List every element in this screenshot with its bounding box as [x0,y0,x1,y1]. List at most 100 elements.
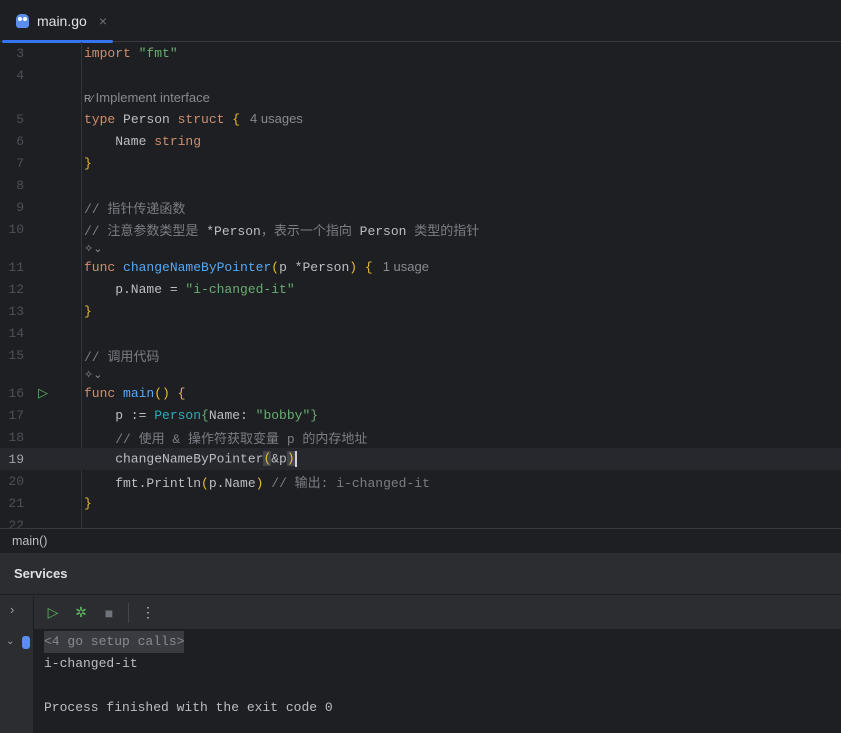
more-options-icon[interactable]: ⋮ [139,604,157,621]
code-token: } [310,407,319,423]
services-toolbar: ▷ ✲ ■ ⋮ [33,596,841,629]
code-line: 20 fmt.Println(p.Name) // 输出: i-changed-… [0,470,841,492]
code-line: 22 [0,514,841,529]
code-token: func [84,385,124,401]
code-token: "bobby" [255,407,311,423]
line-number: 16 [8,385,24,401]
code-token: changeNameByPointer [123,260,272,275]
close-tab-icon[interactable]: × [99,13,107,29]
run-gutter-icon[interactable]: ▷ [38,385,48,401]
code-text: } [84,156,92,171]
code-token: p *Person [279,260,350,275]
code-token: p.Name [208,475,256,491]
code-token: Name [84,133,155,149]
ai-assistant-icon[interactable]: ✧⌄ [84,368,102,381]
code-text: // 注意参数类型是 *Person，表示一个指向 Person 类型的指针 [84,220,479,239]
usages-inlay[interactable]: 1 usage [383,259,429,274]
tab-label: main.go [37,13,87,29]
services-panel: Services › ⌄ ▷ ✲ ■ ⋮ <4 go setup calls> … [0,552,841,733]
line-number: 20 [8,473,24,489]
code-token: *Person [206,223,261,239]
tab-main-go[interactable]: main.go × [2,0,113,43]
line-number: 14 [8,325,24,341]
code-token: // 使用 & 操作符获取变量 p 的内存地址 [84,431,368,447]
code-line: 9 // 指针传递函数 [0,196,841,218]
code-token: Name: [208,407,256,423]
code-token: struct [177,112,233,127]
ai-assistant-icon[interactable]: ✧⌄ [84,242,102,255]
toolbar-separator [128,602,129,623]
code-token: func [84,260,124,275]
line-number: 3 [16,45,24,61]
code-text: } [84,304,92,319]
line-number: 11 [8,259,24,275]
code-line: 18 // 使用 & 操作符获取变量 p 的内存地址 [0,426,841,448]
line-number: 15 [8,347,24,363]
code-token: // 输出: i-changed-it [263,475,430,491]
line-number: 5 [16,111,24,127]
code-text: // 使用 & 操作符获取变量 p 的内存地址 [84,428,367,447]
stop-icon[interactable]: ■ [100,605,118,621]
line-number: 12 [8,281,24,297]
line-number: 8 [16,177,24,193]
debug-bug-icon[interactable]: ✲ [72,604,90,621]
console-output[interactable]: <4 go setup calls> i-changed-it Process … [33,629,841,733]
ai-actions-row: ✧⌄ [0,366,841,382]
run-icon[interactable]: ▷ [44,604,62,621]
code-token: import [84,45,139,61]
ai-actions-row: ✧⌄ [0,240,841,256]
code-line: 6 Name string [0,130,841,152]
code-token: } [84,155,92,171]
code-line: 8 [0,174,841,196]
breadcrumb[interactable]: main() [0,528,841,552]
collapse-chevron-icon[interactable]: ⌄ [6,636,14,647]
code-token: { [232,112,241,127]
expand-chevron-icon[interactable]: › [10,602,14,617]
code-text: func changeNameByPointer(p *Person) {1 u… [84,259,429,275]
usages-inlay[interactable]: 4 usages [250,111,303,126]
code-line: 15 // 调用代码 [0,344,841,366]
implement-interface-link[interactable]: R⁄ Implement interface [84,90,210,105]
code-token: ) [349,260,358,275]
code-token: ( [201,475,209,491]
code-text: } [84,496,92,511]
code-text: Name string [84,134,201,149]
code-editor[interactable]: 3 import "fmt" 4 R⁄ Implement interface 5 typ… [0,42,841,528]
editor-tab-bar: main.go × [0,0,841,43]
code-token: string [154,133,202,149]
go-file-icon [16,14,29,28]
line-number: 17 [8,407,24,423]
line-number: 13 [8,303,24,319]
code-token: // 指针传递函数 [84,201,186,217]
code-line: 11 func changeNameByPointer(p *Person) {1… [0,256,841,278]
code-text: p.Name = "i-changed-it" [84,281,295,297]
line-number: 21 [8,495,24,511]
code-text: // 指针传递函数 [84,198,185,217]
code-line: 14 [0,322,841,344]
line-number: 6 [16,133,24,149]
code-token: { [177,385,186,401]
code-token: p := [84,407,155,423]
implement-icon: R⁄ [84,93,96,105]
code-token: changeNameByPointer [84,451,264,467]
line-number: 10 [8,221,24,237]
code-text: p := Person{Name: "bobby"} [84,408,318,423]
code-text: changeNameByPointer(&p) [84,451,297,467]
line-number: 22 [8,517,24,529]
console-line-exit: Process finished with the exit code 0 [44,700,333,715]
folded-setup-calls[interactable]: <4 go setup calls> [44,631,185,653]
code-token: // 注意参数类型是 [84,223,207,239]
code-token: "i-changed-it" [185,281,295,297]
code-line: 3 import "fmt" [0,42,841,64]
go-run-config-icon[interactable] [22,636,30,649]
code-token: type [84,112,124,127]
code-line: 10 // 注意参数类型是 *Person，表示一个指向 Person 类型的指针 [0,218,841,240]
code-text: import "fmt" [84,46,178,61]
code-line: 12 p.Name = "i-changed-it" [0,278,841,300]
code-token: { [201,407,209,423]
code-token: } [84,495,92,511]
code-line: 13} [0,300,841,322]
code-line: 4 [0,64,841,86]
